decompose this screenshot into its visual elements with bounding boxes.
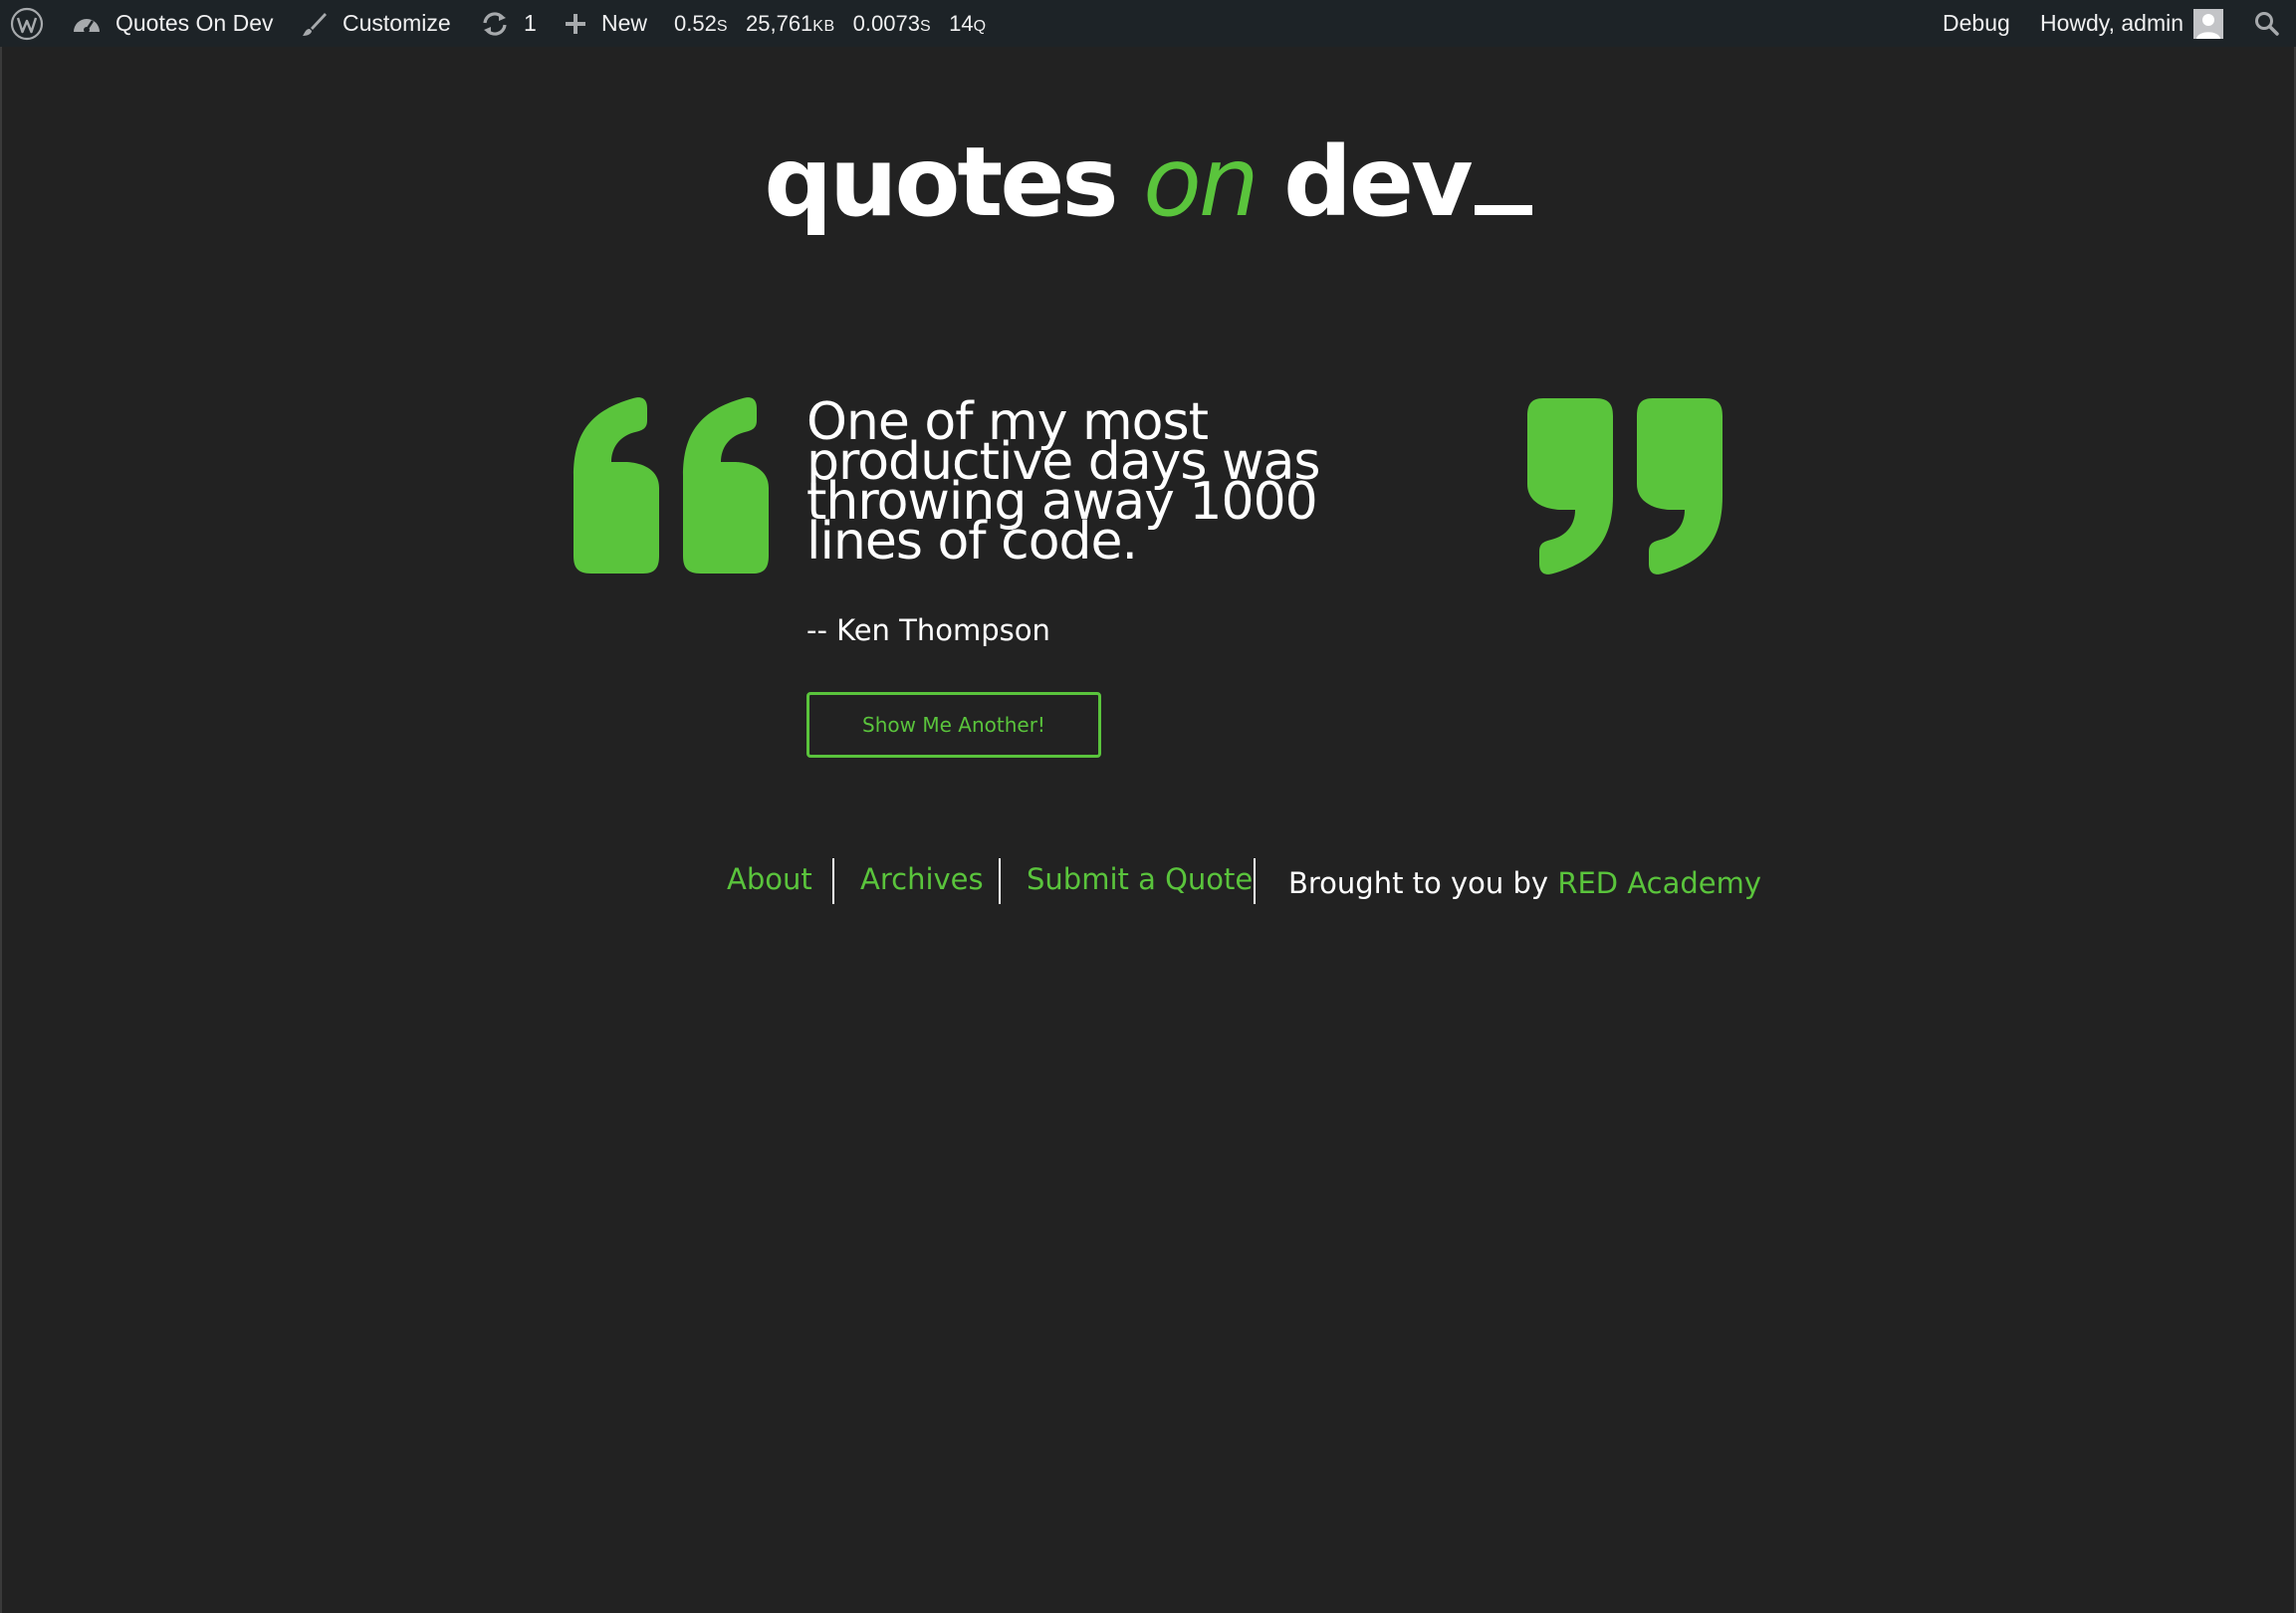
stat-query-count: 14Q (949, 10, 987, 36)
footer-link-about[interactable]: About (727, 858, 812, 900)
footer-divider (999, 858, 1001, 904)
updates-menu[interactable]: 1 (480, 0, 537, 47)
quote-author: -- Ken Thompson (806, 613, 1050, 647)
show-another-button[interactable]: Show Me Another! (806, 692, 1101, 758)
logo-word-dev: dev (1283, 126, 1473, 238)
footer-credit: Brought to you by RED Academy (1288, 862, 1761, 904)
admin-bar: Quotes On Dev Customize 1 New 0.52S 25,7… (0, 0, 2296, 47)
logo-cursor (1474, 205, 1532, 215)
new-content-menu[interactable]: New (564, 0, 647, 47)
query-monitor-stats[interactable]: 0.52S 25,761KB 0.0073S 14Q (674, 0, 987, 47)
avatar (2193, 8, 2224, 39)
refresh-icon (480, 10, 510, 38)
credit-link-red-academy[interactable]: RED Academy (1557, 866, 1761, 900)
customize-menu[interactable]: Customize (301, 0, 451, 47)
stat-memory: 25,761KB (746, 10, 835, 36)
customize-label: Customize (343, 10, 451, 36)
logo-word-quotes: quotes (764, 126, 1118, 238)
site-name-menu[interactable]: Quotes On Dev (72, 0, 274, 47)
account-menu[interactable]: Howdy, admin (2040, 0, 2224, 47)
wordpress-logo-icon[interactable] (10, 0, 44, 47)
debug-menu[interactable]: Debug (1943, 0, 2010, 47)
search-icon[interactable] (2254, 0, 2280, 47)
howdy-label: Howdy, admin (2040, 10, 2184, 36)
quote-content: One of my most productive days was throw… (806, 392, 1321, 572)
updates-count: 1 (524, 10, 537, 36)
footer-navigation: About Archives Submit a Quote Brought to… (0, 858, 2296, 904)
close-quote-icon (1525, 396, 1724, 576)
dashboard-icon (72, 10, 102, 38)
site-name-label: Quotes On Dev (115, 10, 274, 36)
stat-page-time: 0.52S (674, 10, 728, 36)
footer-link-archives[interactable]: Archives (860, 858, 984, 900)
paintbrush-icon (301, 10, 329, 38)
credit-prefix: Brought to you by (1288, 866, 1549, 900)
stat-query-time: 0.0073S (852, 10, 932, 36)
footer-divider (832, 858, 834, 904)
debug-label: Debug (1943, 10, 2010, 36)
footer-divider (1254, 858, 1256, 904)
plus-icon (564, 12, 587, 36)
open-quote-icon (572, 396, 771, 576)
site-logo[interactable]: quotes on dev (0, 134, 2296, 230)
footer-link-submit-quote[interactable]: Submit a Quote (1027, 858, 1253, 900)
logo-word-on: on (1143, 126, 1260, 238)
window-frame-left (0, 47, 2, 1613)
new-label: New (601, 10, 648, 36)
